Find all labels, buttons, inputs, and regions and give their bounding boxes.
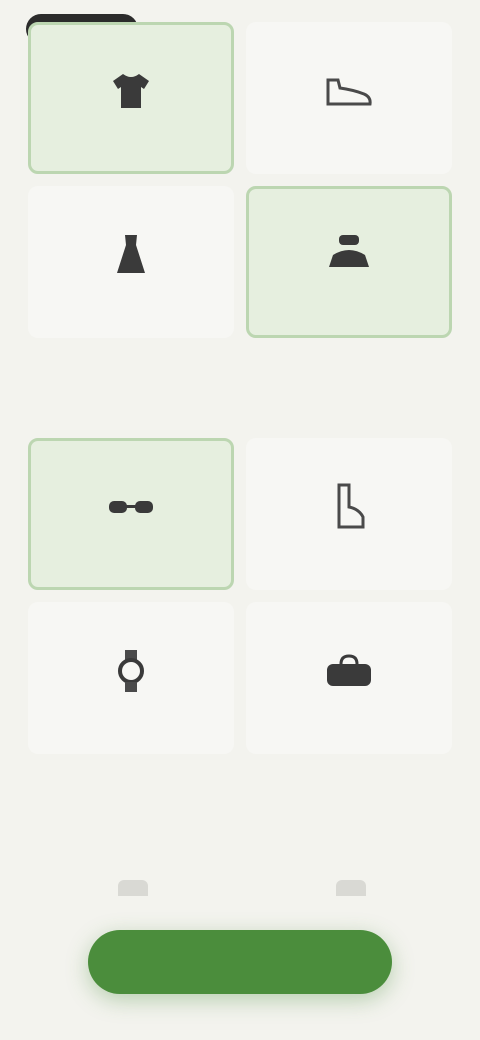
continue-button[interactable] [88,930,392,994]
watch-icon [113,648,149,694]
category-grid-top [28,22,452,338]
app-screen: 9:41 ●●● [0,0,480,1040]
category-card-2[interactable] [246,22,452,174]
dress-icon [111,233,151,277]
partial-row [0,880,480,920]
category-card-5[interactable] [28,438,234,590]
bag-icon [323,654,375,688]
hat-icon [323,233,375,277]
glasses-icon [105,495,157,519]
shoe-icon [324,74,374,108]
category-card-3[interactable] [28,186,234,338]
category-grid-bottom [28,438,452,754]
partial-item-icon [336,880,366,896]
category-card-6[interactable] [246,438,452,590]
partial-item-icon [118,880,148,896]
category-card-8[interactable] [246,602,452,754]
category-card-4[interactable] [246,186,452,338]
boot-icon [329,483,369,531]
category-card-7[interactable] [28,602,234,754]
category-card-1[interactable] [28,22,234,174]
tshirt-icon [109,72,153,110]
